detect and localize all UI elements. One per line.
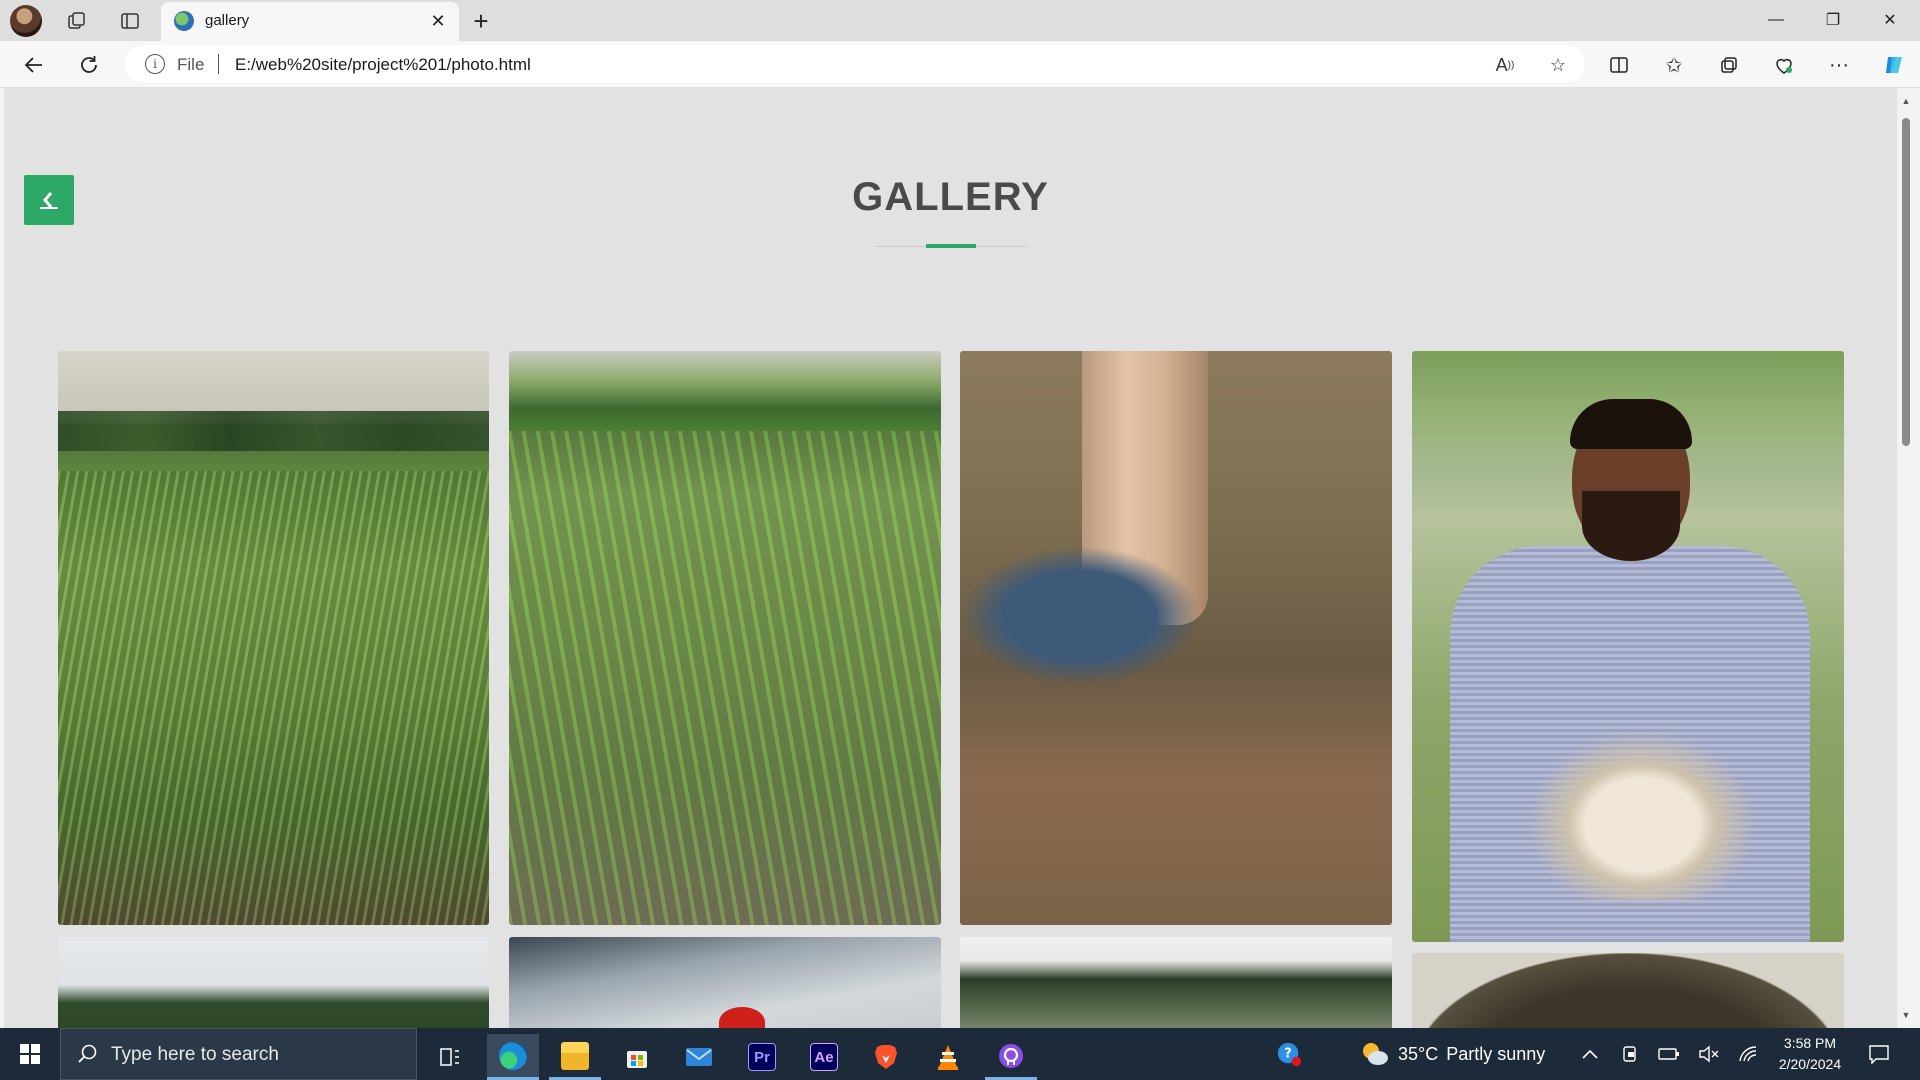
back-arrow-icon[interactable] [18,49,50,81]
weather-widget[interactable]: 35°C Partly sunny [1360,1041,1545,1067]
windows-logo-icon [20,1044,40,1064]
maximize-button[interactable]: ❐ [1805,0,1861,40]
address-divider [218,54,219,74]
browser-essentials-icon[interactable] [1768,49,1800,81]
close-window-button[interactable]: ✕ [1862,0,1918,40]
gallery-photo-rice-paddy[interactable] [58,351,489,925]
premiere-pro-taskbar-icon[interactable]: Pr [736,1034,788,1080]
new-tab-button[interactable]: + [466,6,496,36]
workspaces-icon[interactable] [64,8,90,34]
gallery-photo-compost[interactable] [1412,953,1844,1028]
start-button[interactable] [0,1028,60,1080]
minimize-button[interactable]: — [1748,0,1804,40]
copilot-icon[interactable] [1878,49,1910,81]
github-desktop-taskbar-icon[interactable] [985,1034,1037,1080]
brave-taskbar-icon[interactable] [860,1034,912,1080]
scroll-up-arrow-icon[interactable]: ▲ [1901,96,1911,106]
split-screen-icon[interactable] [1603,49,1635,81]
address-bar[interactable]: i File E:/web%20site/project%201/photo.h… [125,45,1585,83]
weather-condition: Partly sunny [1446,1043,1546,1064]
gallery-photo-palm-field[interactable] [960,937,1392,1028]
search-icon [78,1044,97,1063]
collections-icon[interactable] [1713,49,1745,81]
weather-temp: 35°C [1398,1043,1439,1064]
tab-title: gallery [205,12,250,29]
scroll-thumb[interactable] [1902,118,1910,446]
windows-taskbar: Type here to search Pr Ae ? 35°C Partly … [0,1028,1920,1080]
title-accent-bar [926,244,976,248]
vlc-taskbar-icon[interactable] [922,1034,974,1080]
gallery-photo-rice-rows[interactable] [509,351,941,925]
browser-tab-strip: gallery ✕ + — ❐ ✕ [0,0,1920,41]
system-clock[interactable]: 3:58 PM 2/20/2024 [1774,1033,1846,1075]
favorites-icon[interactable]: ✩ [1658,49,1690,81]
meet-now-icon[interactable] [1617,1041,1643,1067]
network-icon[interactable] [1736,1041,1762,1067]
favorite-star-icon[interactable]: ☆ [1543,50,1573,80]
globe-icon [174,11,194,31]
page-viewport: GALLERY [4,88,1897,1028]
clock-time: 3:58 PM [1783,1035,1837,1051]
gallery-photo-trees[interactable] [58,937,489,1028]
notification-center-icon[interactable] [1866,1041,1892,1067]
clock-date: 2/20/2024 [1778,1056,1842,1072]
gallery-photo-farmer-radishes[interactable] [1412,351,1844,942]
file-explorer-taskbar-icon[interactable] [549,1034,601,1080]
task-view-icon[interactable] [424,1034,476,1080]
mail-taskbar-icon[interactable] [673,1034,725,1080]
more-menu-icon[interactable]: ··· [1823,49,1855,81]
scroll-down-arrow-icon[interactable]: ▼ [1901,1010,1911,1020]
edge-taskbar-icon[interactable] [487,1034,539,1080]
help-icon[interactable]: ? [1276,1041,1302,1067]
battery-icon[interactable] [1656,1041,1682,1067]
refresh-icon[interactable] [73,49,105,81]
read-aloud-icon[interactable]: A)) [1490,50,1520,80]
store-taskbar-icon[interactable] [611,1034,663,1080]
vertical-tabs-icon[interactable] [117,8,143,34]
partly-sunny-icon [1363,1043,1388,1065]
taskbar-search-box[interactable]: Type here to search [60,1028,417,1080]
scheme-label: File [177,55,205,74]
page-title: GALLERY [852,175,1049,219]
volume-muted-icon[interactable] [1696,1041,1722,1067]
info-icon[interactable]: i [145,54,165,74]
gallery-photo-shed[interactable] [509,937,941,1028]
browser-toolbar: i File E:/web%20site/project%201/photo.h… [0,41,1920,88]
profile-avatar[interactable] [10,5,42,37]
search-placeholder: Type here to search [111,1044,279,1065]
active-tab[interactable]: gallery ✕ [161,2,459,41]
close-tab-icon[interactable]: ✕ [425,8,451,34]
after-effects-taskbar-icon[interactable]: Ae [798,1034,850,1080]
vertical-scrollbar[interactable]: ▲ ▼ [1897,88,1915,1028]
gallery-photo-palm-irrigation[interactable] [960,351,1392,925]
svg-text:?: ? [1284,1047,1292,1062]
show-hidden-icons-chevron-icon[interactable] [1577,1041,1603,1067]
url-text[interactable]: E:/web%20site/project%201/photo.html [235,55,531,75]
